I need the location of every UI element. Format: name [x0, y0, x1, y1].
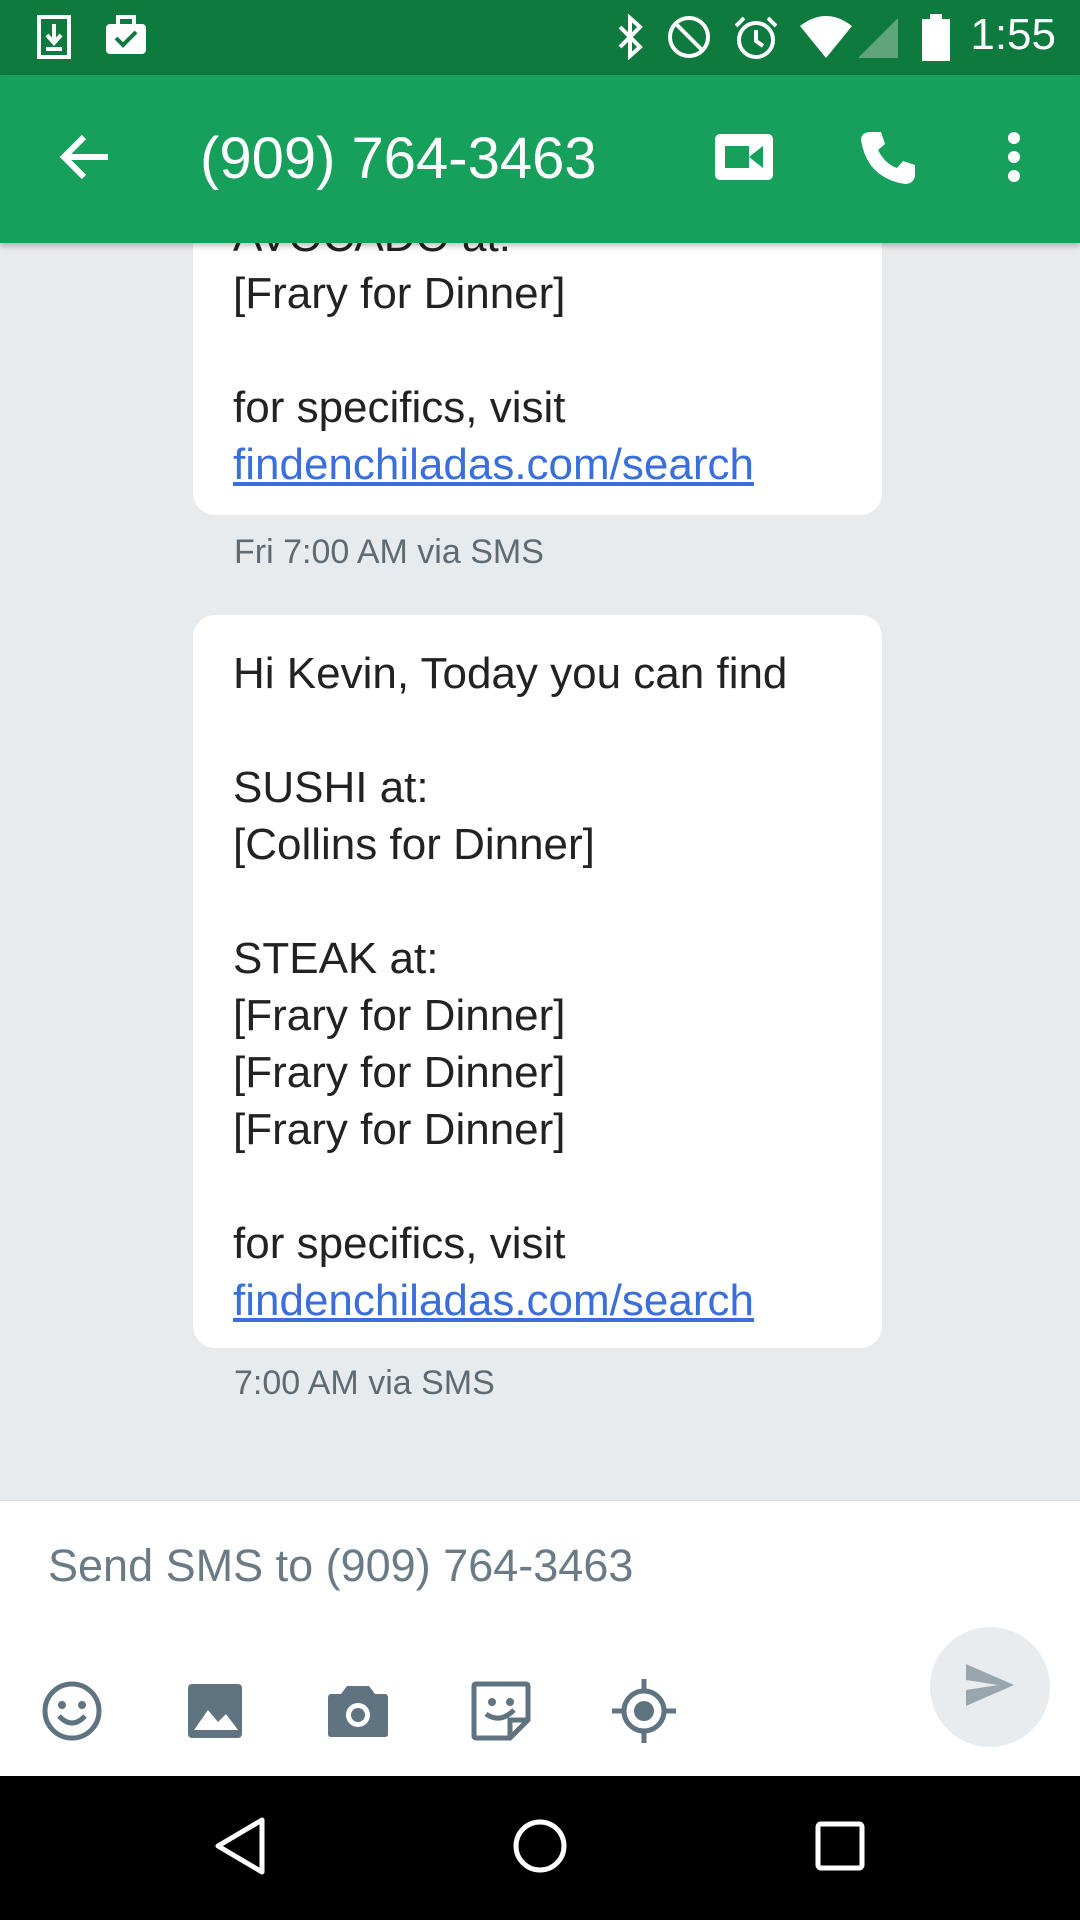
- wifi-icon: [798, 14, 854, 65]
- phone-call-button[interactable]: [842, 113, 934, 205]
- message-line: AVOCADO at:: [233, 243, 842, 265]
- nav-home-button[interactable]: [500, 1808, 580, 1888]
- system-nav-bar: [0, 1776, 1080, 1920]
- location-button[interactable]: [604, 1673, 684, 1753]
- message-line: STEAK at:: [233, 934, 439, 983]
- square-recents-icon: [814, 1820, 866, 1877]
- more-vert-icon: [1007, 131, 1021, 188]
- message-line: [Frary for Dinner]: [233, 1105, 566, 1154]
- gallery-icon: [186, 1682, 244, 1745]
- location-icon: [610, 1677, 678, 1750]
- message-line: for specifics, visit: [233, 383, 566, 432]
- conversation-title: (909) 764-3463: [200, 126, 597, 191]
- bluetooth-icon: [612, 13, 648, 65]
- camera-button[interactable]: [318, 1673, 398, 1753]
- battery-icon: [920, 14, 952, 67]
- more-options-button[interactable]: [968, 113, 1060, 205]
- app-bar: (909) 764-3463: [0, 75, 1080, 243]
- camera-icon: [327, 1684, 389, 1743]
- message-line: Hi Kevin, Today you can find: [233, 649, 788, 698]
- message-meta: Fri 7:00 AM via SMS: [234, 533, 544, 571]
- message-line: [Collins for Dinner]: [233, 820, 595, 869]
- message-line: [233, 322, 842, 379]
- message-line: SUSHI at:: [233, 763, 429, 812]
- video-call-icon: [713, 132, 775, 187]
- signal-icon: [856, 14, 900, 65]
- message-link[interactable]: findenchiladas.com/search: [233, 1272, 842, 1329]
- emoji-button[interactable]: [32, 1673, 112, 1753]
- message-line: [Frary for Dinner]: [233, 269, 566, 318]
- emoji-icon: [41, 1680, 103, 1747]
- message-input[interactable]: [48, 1531, 948, 1601]
- back-button[interactable]: [38, 113, 130, 205]
- message-line: for specifics, visit: [233, 1219, 566, 1268]
- message-line: [Frary for Dinner]: [233, 991, 566, 1040]
- message-bubble[interactable]: Hi Kevin, Today you can find SUSHI at: […: [193, 615, 882, 1348]
- status-time: 1:55: [970, 10, 1056, 59]
- message-bubble[interactable]: AVOCADO at: [Frary for Dinner] for speci…: [193, 243, 882, 515]
- compose-bar: [0, 1500, 1080, 1777]
- conversation-list[interactable]: AVOCADO at: [Frary for Dinner] for speci…: [0, 243, 1080, 1500]
- alarm-icon: [732, 14, 780, 67]
- do-not-disturb-icon: [666, 14, 712, 65]
- nav-back-button[interactable]: [200, 1808, 280, 1888]
- triangle-back-icon: [212, 1816, 268, 1881]
- gallery-button[interactable]: [175, 1673, 255, 1753]
- nav-recents-button[interactable]: [800, 1808, 880, 1888]
- sticker-icon: [470, 1680, 532, 1747]
- briefcase-check-icon: [104, 14, 148, 61]
- download-icon: [36, 14, 72, 65]
- send-icon: [964, 1662, 1016, 1713]
- circle-home-icon: [512, 1818, 568, 1879]
- status-bar: 1:55: [0, 0, 1080, 75]
- message-line: [Frary for Dinner]: [233, 1048, 566, 1097]
- send-button[interactable]: [930, 1627, 1050, 1747]
- message-link[interactable]: findenchiladas.com/search: [233, 436, 842, 493]
- phone-icon: [859, 128, 917, 191]
- sticker-button[interactable]: [461, 1673, 541, 1753]
- message-meta: 7:00 AM via SMS: [234, 1364, 495, 1402]
- message-line: [233, 1158, 842, 1215]
- message-line: [233, 873, 842, 930]
- message-line: [233, 702, 842, 759]
- back-arrow-icon: [58, 133, 110, 186]
- video-call-button[interactable]: [698, 113, 790, 205]
